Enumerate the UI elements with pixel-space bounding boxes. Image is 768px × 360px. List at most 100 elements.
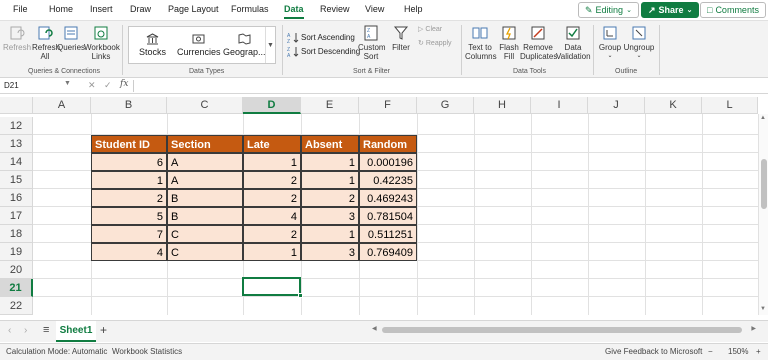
table-cell[interactable]: 2 (91, 189, 167, 207)
select-all-corner[interactable] (0, 97, 33, 114)
workbook-statistics[interactable]: Workbook Statistics (112, 347, 182, 356)
group-button[interactable]: Group ⌄ (598, 25, 622, 61)
scroll-down-icon[interactable]: ▼ (760, 306, 766, 312)
queries-button[interactable]: Queries (57, 25, 85, 52)
row-header[interactable]: 16 (0, 189, 33, 207)
gallery-more-button[interactable]: ▼ (265, 27, 275, 63)
table-cell[interactable]: 3 (301, 207, 359, 225)
column-header[interactable]: K (645, 97, 702, 114)
clear-button[interactable]: ▷ Clear (418, 25, 442, 34)
menu-data[interactable]: Data (284, 4, 304, 14)
active-cell-selection[interactable] (242, 277, 301, 296)
stocks-button[interactable]: Stocks (139, 33, 166, 57)
table-cell[interactable]: 2 (301, 189, 359, 207)
add-sheet-icon[interactable]: + (100, 323, 107, 337)
insert-function-icon[interactable]: fx (120, 79, 128, 89)
table-cell[interactable]: C (167, 225, 243, 243)
table-cell[interactable]: 1 (301, 171, 359, 189)
menu-insert[interactable]: Insert (90, 4, 113, 14)
horizontal-scroll-thumb[interactable] (382, 327, 742, 333)
row-header[interactable]: 18 (0, 225, 33, 243)
table-cell[interactable]: 4 (243, 207, 301, 225)
column-header-selected[interactable]: D (243, 97, 301, 114)
sort-descending-button[interactable]: ZA Sort Descending (287, 46, 360, 57)
enter-icon[interactable]: ✓ (104, 80, 112, 91)
row-header[interactable]: 22 (0, 297, 33, 315)
column-header[interactable]: F (359, 97, 417, 114)
table-cell[interactable]: 1 (243, 243, 301, 261)
worksheet-grid[interactable]: A B C D E F G H I J K L 12 13 14 15 16 1… (0, 97, 768, 315)
workbook-links-button[interactable]: Workbook Links (84, 25, 120, 61)
row-header[interactable]: 15 (0, 171, 33, 189)
table-cell[interactable]: 0.42235 (359, 171, 417, 189)
sheet-tab-sheet1[interactable]: Sheet1 (56, 321, 96, 342)
column-header[interactable]: C (167, 97, 243, 114)
column-header[interactable]: A (33, 97, 91, 114)
column-header[interactable]: L (702, 97, 758, 114)
row-header[interactable]: 13 (0, 135, 33, 153)
row-header[interactable]: 12 (0, 117, 33, 135)
row-header-selected[interactable]: 21 (0, 279, 33, 297)
chevron-down-icon[interactable]: ▼ (64, 80, 71, 87)
table-header-cell[interactable]: Student ID (91, 135, 167, 153)
table-cell[interactable]: 1 (243, 153, 301, 171)
geography-button[interactable]: Geograp... (223, 33, 266, 57)
row-header[interactable]: 14 (0, 153, 33, 171)
menu-draw[interactable]: Draw (130, 4, 151, 14)
calculation-mode[interactable]: Calculation Mode: Automatic (6, 347, 107, 356)
name-box[interactable]: D21 (0, 79, 64, 93)
table-cell[interactable]: 0.781504 (359, 207, 417, 225)
menu-help[interactable]: Help (404, 4, 423, 14)
row-header[interactable]: 19 (0, 243, 33, 261)
currencies-button[interactable]: Currencies (177, 33, 221, 57)
table-cell[interactable]: 7 (91, 225, 167, 243)
table-cell[interactable]: 4 (91, 243, 167, 261)
menu-page-layout[interactable]: Page Layout (168, 4, 219, 14)
table-cell[interactable]: B (167, 189, 243, 207)
table-cell[interactable]: A (167, 171, 243, 189)
table-cell[interactable]: 0.469243 (359, 189, 417, 207)
table-cell[interactable]: C (167, 243, 243, 261)
table-header-cell[interactable]: Random (359, 135, 417, 153)
column-header[interactable]: G (417, 97, 474, 114)
scroll-right-icon[interactable]: ▶ (751, 325, 756, 332)
cancel-icon[interactable]: ✕ (88, 80, 96, 91)
table-cell[interactable]: 2 (243, 189, 301, 207)
custom-sort-button[interactable]: ZA Custom Sort (357, 25, 386, 61)
menu-formulas[interactable]: Formulas (231, 4, 269, 14)
scroll-left-icon[interactable]: ◀ (372, 325, 377, 332)
column-header[interactable]: J (588, 97, 645, 114)
menu-file[interactable]: File (13, 4, 28, 14)
table-cell[interactable]: 0.769409 (359, 243, 417, 261)
remove-duplicates-button[interactable]: Remove Duplicates (520, 25, 557, 61)
table-cell[interactable]: 0.000196 (359, 153, 417, 171)
menu-home[interactable]: Home (49, 4, 73, 14)
column-header[interactable]: B (91, 97, 167, 114)
row-header[interactable]: 17 (0, 207, 33, 225)
menu-view[interactable]: View (365, 4, 384, 14)
table-header-cell[interactable]: Absent (301, 135, 359, 153)
table-cell[interactable]: 3 (301, 243, 359, 261)
feedback-link[interactable]: Give Feedback to Microsoft (605, 347, 702, 356)
row-header[interactable]: 20 (0, 261, 33, 279)
fill-handle[interactable] (298, 293, 303, 298)
table-cell[interactable]: 1 (91, 171, 167, 189)
table-cell[interactable]: B (167, 207, 243, 225)
column-header[interactable]: E (301, 97, 359, 114)
table-cell[interactable]: A (167, 153, 243, 171)
sheet-list-icon[interactable]: ≡ (43, 324, 49, 336)
table-header-cell[interactable]: Section (167, 135, 243, 153)
horizontal-scrollbar[interactable]: ◀ ▶ (372, 325, 756, 335)
table-cell[interactable]: 1 (301, 225, 359, 243)
ungroup-button[interactable]: Ungroup ⌄ (624, 25, 654, 61)
reapply-button[interactable]: ↻ Reapply (418, 39, 452, 48)
prev-sheet-icon[interactable]: ‹ (8, 325, 11, 336)
zoom-level[interactable]: 150% (728, 347, 748, 356)
table-cell[interactable]: 0.511251 (359, 225, 417, 243)
flash-fill-button[interactable]: Flash Fill (497, 25, 521, 61)
editing-mode-button[interactable]: ✎ Editing ⌄ (578, 2, 639, 18)
column-header[interactable]: H (474, 97, 531, 114)
next-sheet-icon[interactable]: › (24, 325, 27, 336)
data-validation-button[interactable]: Data Validation (556, 25, 591, 61)
menu-review[interactable]: Review (320, 4, 350, 14)
